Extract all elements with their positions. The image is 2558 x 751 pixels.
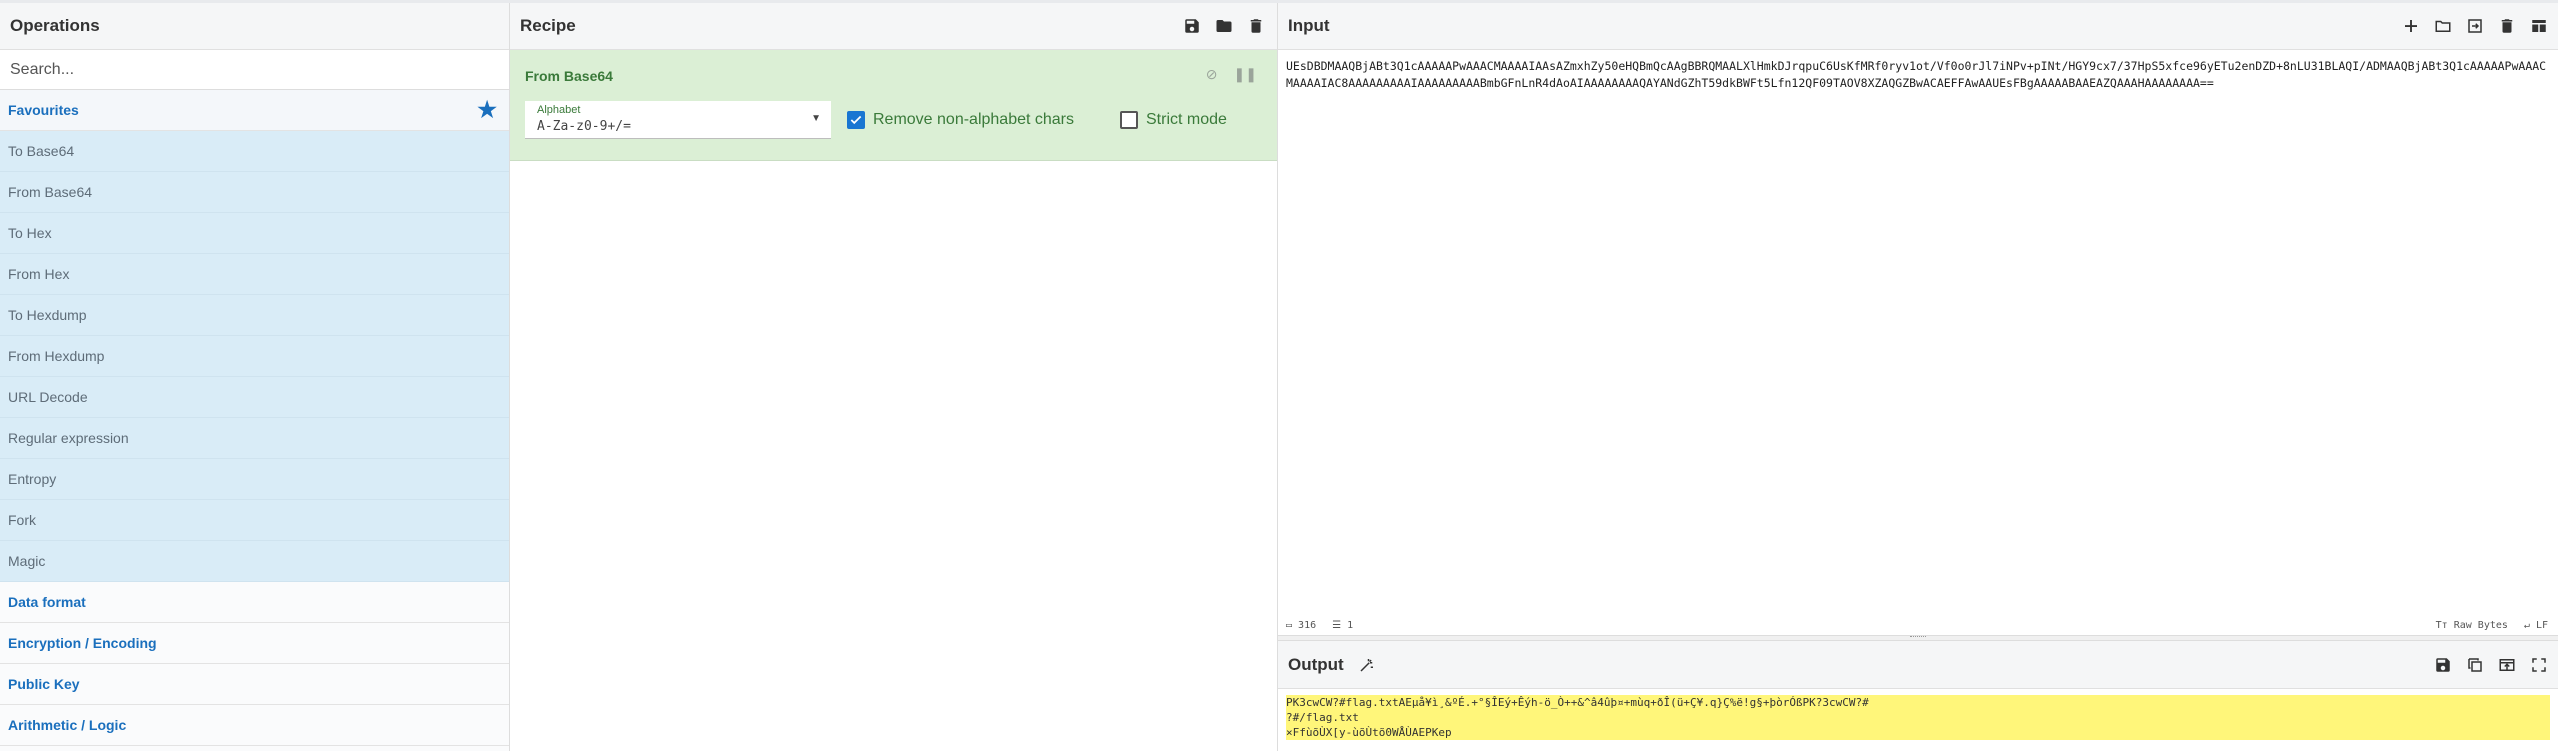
line-count-value: 1 [1347, 620, 1353, 631]
operation-from-hex[interactable]: From Hex [0, 254, 509, 295]
input-statusbar: ▭ 316 ☰ 1 Tт Raw Bytes ↵ LF [1278, 615, 2558, 635]
operation-from-base64[interactable]: From Base64 [0, 172, 509, 213]
encoding-indicator[interactable]: Tт Raw Bytes [2436, 620, 2508, 631]
recipe-operation-controls: ⊘ ❚❚ [1206, 66, 1257, 83]
input-header: Input [1278, 3, 2558, 50]
add-icon[interactable] [2402, 17, 2420, 35]
maximize-icon[interactable] [2530, 656, 2548, 674]
char-count: ▭ 316 [1286, 620, 1316, 631]
save-icon[interactable] [1183, 17, 1201, 35]
star-icon[interactable]: ★ [477, 99, 497, 121]
remove-non-alphabet-checkbox[interactable] [847, 111, 865, 129]
recipe-operation-title: From Base64 [525, 68, 613, 84]
strict-mode-option[interactable]: Strict mode [1120, 111, 1227, 129]
strict-mode-label: Strict mode [1146, 111, 1227, 129]
operation-magic[interactable]: Magic [0, 541, 509, 582]
input-toolbar [2402, 17, 2548, 35]
input-panel: Input UEsDBDMAAQBjABt3Q1cAAAAAPwAAACMAAA… [1278, 3, 2558, 635]
operation-to-hexdump[interactable]: To Hexdump [0, 295, 509, 336]
open-file-icon[interactable] [2466, 17, 2484, 35]
output-toolbar [2434, 656, 2548, 674]
output-title-group: Output [1288, 655, 1376, 675]
output-line-3: ×FfùõÙX[y-ùõÙtõ0WÅÙAEPKep [1286, 725, 2550, 740]
input-title: Input [1288, 16, 1330, 36]
output-text[interactable]: PK3cwCW?#flag.txtAEµå¥ì¸&ºÉ.+°§ÎE… [1286, 695, 2550, 740]
input-stats: ▭ 316 ☰ 1 [1286, 620, 1353, 631]
clear-trash-icon[interactable] [2498, 17, 2516, 35]
output-header: Output [1278, 641, 2558, 689]
operations-panel: Operations Favourites ★ To Base64 From B… [0, 3, 510, 751]
output-title: Output [1288, 655, 1344, 675]
check-icon [849, 113, 863, 127]
eol-value: LF [2536, 620, 2548, 631]
copy-icon[interactable] [2466, 656, 2484, 674]
category-favourites[interactable]: Favourites ★ [0, 90, 509, 131]
operation-to-base64[interactable]: To Base64 [0, 131, 509, 172]
pause-icon[interactable]: ❚❚ [1234, 66, 1257, 83]
save-output-icon[interactable] [2434, 656, 2452, 674]
replace-input-icon[interactable] [2498, 656, 2516, 674]
recipe-header: Recipe [510, 3, 1277, 50]
alphabet-value: A-Za-z0-9+/= [537, 119, 631, 134]
operations-search [0, 50, 509, 90]
output-panel: Output PK3cwCW?#flag.txtAEµå¥ì¸&º… [1278, 641, 2558, 751]
output-line-2: ?#/flag.txt [1286, 710, 2550, 725]
remove-non-alphabet-label: Remove non-alphabet chars [873, 111, 1074, 129]
input-text[interactable]: UEsDBDMAAQBjABt3Q1cAAAAAPwAAACMAAAAIAAsA… [1286, 58, 2548, 92]
trash-icon[interactable] [1247, 17, 1265, 35]
operation-to-hex[interactable]: To Hex [0, 213, 509, 254]
operations-search-input[interactable] [8, 60, 492, 80]
eol-indicator[interactable]: ↵ LF [2524, 620, 2548, 631]
input-encoding-info: Tт Raw Bytes ↵ LF [2436, 620, 2548, 631]
alphabet-label: Alphabet [537, 104, 580, 116]
operation-from-hexdump[interactable]: From Hexdump [0, 336, 509, 377]
char-count-value: 316 [1298, 620, 1316, 631]
recipe-toolbar [1183, 17, 1265, 35]
folder-icon[interactable] [1215, 17, 1233, 35]
operation-regular-expression[interactable]: Regular expression [0, 418, 509, 459]
operations-title: Operations [0, 3, 509, 50]
magic-wand-icon[interactable] [1358, 656, 1376, 674]
alphabet-select[interactable]: Alphabet A-Za-z0-9+/= ▼ [525, 101, 831, 139]
recipe-title: Recipe [520, 16, 576, 36]
category-arithmetic-logic[interactable]: Arithmetic / Logic [0, 705, 509, 746]
category-public-key[interactable]: Public Key [0, 664, 509, 705]
category-encryption-encoding[interactable]: Encryption / Encoding [0, 623, 509, 664]
output-line-1: PK3cwCW?#flag.txtAEµå¥ì¸&ºÉ.+°§ÎE… [1286, 695, 2550, 710]
remove-non-alphabet-option[interactable]: Remove non-alphabet chars [847, 111, 1074, 129]
chevron-down-icon[interactable]: ▼ [811, 113, 821, 124]
recipe-operation-from-base64: From Base64 ⊘ ❚❚ Alphabet A-Za-z0-9+/= ▼… [510, 50, 1277, 161]
recipe-panel: Recipe From Base64 ⊘ ❚❚ Alphabet A-Za-z0… [510, 3, 1278, 751]
operation-entropy[interactable]: Entropy [0, 459, 509, 500]
disable-icon[interactable]: ⊘ [1206, 66, 1218, 83]
category-favourites-label: Favourites [8, 102, 79, 118]
operation-fork[interactable]: Fork [0, 500, 509, 541]
layout-icon[interactable] [2530, 17, 2548, 35]
open-folder-icon[interactable] [2434, 17, 2452, 35]
category-data-format[interactable]: Data format [0, 582, 509, 623]
strict-mode-checkbox[interactable] [1120, 111, 1138, 129]
line-count: ☰ 1 [1332, 620, 1353, 631]
operation-url-decode[interactable]: URL Decode [0, 377, 509, 418]
encoding-value: Raw Bytes [2454, 620, 2508, 631]
